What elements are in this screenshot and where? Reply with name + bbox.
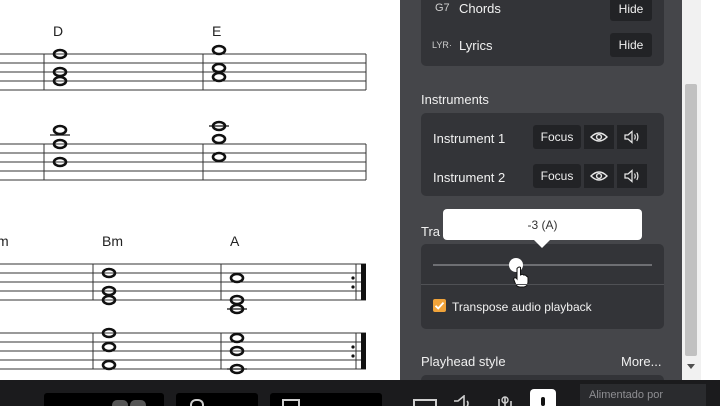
instruments-card: Instrument 1 Focus Instrument 2 Focus bbox=[421, 113, 664, 196]
settings-panel: G7 Chords Hide LYR· Lyrics Hide Instrume… bbox=[400, 0, 701, 380]
score-view[interactable]: D E m Bm A bbox=[0, 0, 400, 380]
transpose-title: Tra bbox=[421, 224, 441, 239]
lyrics-icon: LYR· bbox=[432, 40, 452, 50]
scroll-down-arrow-icon[interactable] bbox=[687, 364, 695, 369]
instrument-2-label: Instrument 2 bbox=[433, 170, 506, 185]
metronome-icon bbox=[190, 399, 204, 406]
chords-label: Chords bbox=[459, 1, 501, 16]
toggle-icon bbox=[112, 400, 128, 406]
instrument-1-volume-button[interactable] bbox=[617, 125, 647, 149]
hide-lyrics-button[interactable]: Hide bbox=[610, 33, 652, 57]
instrument-1-label: Instrument 1 bbox=[433, 131, 506, 146]
transpose-audio-checkbox[interactable] bbox=[433, 299, 446, 312]
tooltip-arrow bbox=[533, 239, 551, 248]
chord-label-e[interactable]: E bbox=[212, 23, 221, 39]
scrollbar-thumb[interactable] bbox=[685, 84, 697, 356]
keyboard-control[interactable] bbox=[270, 393, 382, 406]
speaker-icon[interactable] bbox=[452, 395, 474, 406]
playhead-more-link[interactable]: More... bbox=[621, 354, 661, 369]
speaker-icon bbox=[624, 169, 639, 183]
instrument-2-visibility-button[interactable] bbox=[584, 164, 614, 188]
chord-label-m[interactable]: m bbox=[0, 233, 9, 249]
hide-chords-button[interactable]: Hide bbox=[610, 0, 652, 21]
speaker-icon bbox=[624, 130, 639, 144]
instrument-1-focus-button[interactable]: Focus bbox=[533, 125, 581, 149]
fullscreen-icon[interactable] bbox=[413, 399, 437, 406]
transpose-slider[interactable] bbox=[433, 264, 652, 266]
transpose-card: Transpose audio playback bbox=[421, 244, 664, 329]
divider bbox=[421, 284, 664, 285]
chord-label-a[interactable]: A bbox=[230, 233, 239, 249]
more-options-button[interactable] bbox=[530, 389, 556, 406]
eye-icon bbox=[590, 132, 608, 142]
instrument-2-focus-button[interactable]: Focus bbox=[533, 164, 581, 188]
instrument-2-volume-button[interactable] bbox=[617, 164, 647, 188]
chord-label-bm[interactable]: Bm bbox=[102, 233, 123, 249]
chord-label-d[interactable]: D bbox=[53, 23, 63, 39]
chords-icon: G7 bbox=[435, 2, 450, 14]
eye-icon bbox=[590, 171, 608, 181]
powered-by-label: Alimentado por bbox=[580, 384, 706, 406]
piano-icon bbox=[282, 399, 300, 406]
checkbox-check-icon bbox=[434, 301, 445, 310]
instrument-1-visibility-button[interactable] bbox=[584, 125, 614, 149]
transpose-audio-label[interactable]: Transpose audio playback bbox=[452, 300, 592, 314]
transpose-tooltip: -3 (A) bbox=[443, 209, 642, 240]
transport-control[interactable] bbox=[44, 393, 164, 406]
info-icon bbox=[541, 397, 545, 406]
lyrics-label: Lyrics bbox=[459, 38, 493, 53]
toggle-icon bbox=[130, 400, 146, 406]
instruments-title: Instruments bbox=[421, 92, 489, 107]
panel-scrollbar[interactable] bbox=[682, 0, 701, 380]
settings-sliders-icon[interactable] bbox=[496, 395, 520, 406]
playhead-title: Playhead style bbox=[421, 354, 506, 369]
sheet-music bbox=[0, 44, 367, 375]
display-card: G7 Chords Hide LYR· Lyrics Hide bbox=[421, 0, 664, 66]
tempo-control[interactable] bbox=[176, 393, 258, 406]
